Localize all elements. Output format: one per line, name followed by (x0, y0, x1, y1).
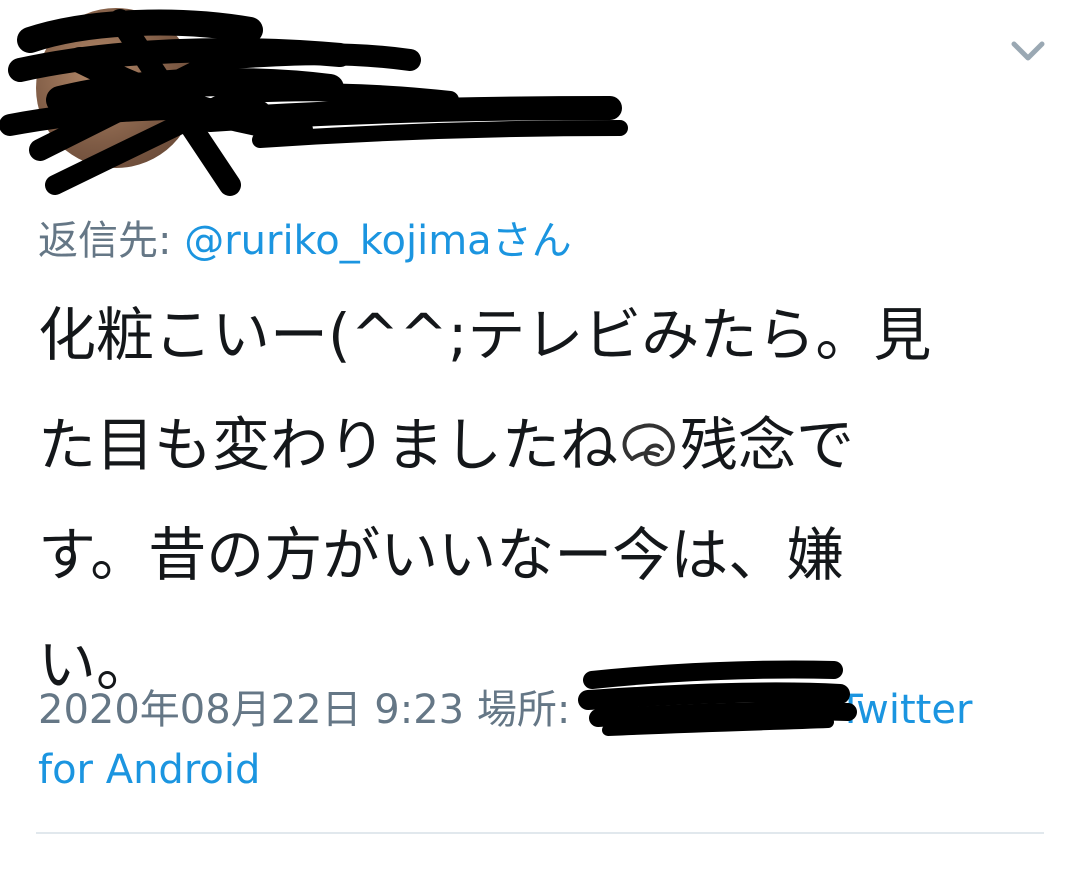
tweet-source-link[interactable]: for Android (38, 747, 260, 793)
tweet-timestamp[interactable]: 2020年08月22日 9:23 場所: (38, 687, 570, 733)
avatar[interactable] (36, 8, 196, 168)
reply-honorific[interactable]: さん (492, 218, 572, 264)
reply-to-line: 返信先: @ruriko_kojimaさん (38, 208, 572, 266)
tweet-text-segment: た目も変わりましたね (38, 411, 619, 479)
tweet-metadata: 2020年08月22日 9:23 場所: Twitter for Android (38, 680, 1038, 800)
tweet-text-line: た目も変わりましたね 残念で (38, 390, 1028, 500)
tweet-text: 化粧こいー(^^;テレビみたら。見 た目も変わりましたね 残念で す。昔の方がいい… (38, 280, 1028, 720)
divider (36, 832, 1044, 834)
reply-mention-link[interactable]: @ruriko_kojima (184, 218, 491, 264)
reply-to-label: 返信先: (38, 218, 185, 264)
tweet-text-segment: 残念で (680, 411, 855, 479)
sweat-drop-icon (622, 423, 675, 467)
tweet: 返信先: @ruriko_kojimaさん 化粧こいー(^^;テレビみたら。見 … (0, 0, 1080, 872)
tweet-text-line: 化粧こいー(^^;テレビみたら。見 (38, 301, 932, 369)
chevron-down-icon[interactable] (1006, 34, 1050, 70)
redacted-location (570, 692, 838, 732)
tweet-source-link[interactable]: Twitter (838, 687, 972, 733)
tweet-text-line: す。昔の方がいいなー今は、嫌 (38, 521, 845, 589)
tweet-author-header (220, 20, 640, 170)
